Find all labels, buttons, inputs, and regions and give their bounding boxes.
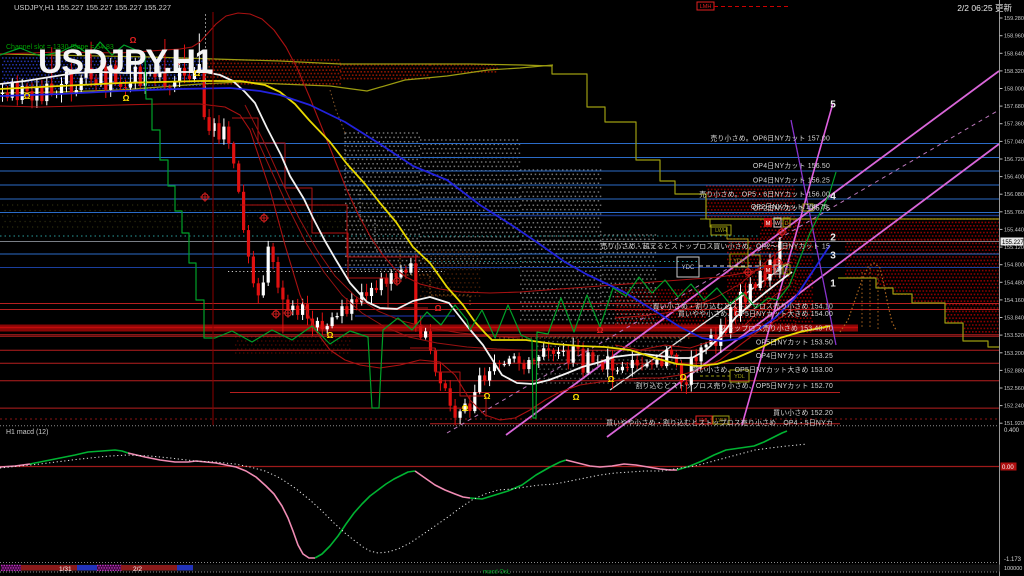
svg-text:-1.173: -1.173 bbox=[1004, 557, 1022, 563]
svg-text:152.880: 152.880 bbox=[1004, 368, 1024, 374]
svg-text:買い小さめ・割り込むとストップロス売り小さめ 154.10: 買い小さめ・割り込むとストップロス売り小さめ 154.10 bbox=[653, 302, 833, 311]
svg-text:売り小さめ。OP5・6日NYカット 156.00: 売り小さめ。OP5・6日NYカット 156.00 bbox=[699, 190, 830, 199]
svg-text:LWH: LWH bbox=[715, 228, 727, 234]
svg-text:154.800: 154.800 bbox=[1004, 263, 1024, 269]
svg-text:152.240: 152.240 bbox=[1004, 404, 1024, 410]
svg-text:159.280: 159.280 bbox=[1004, 16, 1024, 22]
svg-text:100000: 100000 bbox=[1004, 566, 1022, 572]
svg-text:Ω: Ω bbox=[462, 403, 469, 413]
svg-text:4: 4 bbox=[830, 192, 836, 203]
svg-text:155.227: 155.227 bbox=[1002, 240, 1024, 246]
svg-text:OP4日NYカット 156.25: OP4日NYカット 156.25 bbox=[753, 177, 830, 185]
svg-text:D: D bbox=[785, 221, 789, 227]
svg-text:買いやや小さめ、OP5日NYカット大きめ 154.00: 買いやや小さめ、OP5日NYカット大きめ 154.00 bbox=[678, 309, 833, 318]
svg-text:Ω: Ω bbox=[327, 330, 334, 340]
svg-text:USDJPY,H1 155.227 155.227 155: USDJPY,H1 155.227 155.227 155.227 155.22… bbox=[14, 3, 171, 12]
svg-text:155.120: 155.120 bbox=[1004, 245, 1024, 251]
svg-text:0.400: 0.400 bbox=[1004, 428, 1020, 434]
svg-text:W: W bbox=[775, 268, 781, 274]
svg-text:USDJPY.H1: USDJPY.H1 bbox=[38, 43, 213, 81]
svg-text:158.640: 158.640 bbox=[1004, 51, 1024, 57]
svg-text:Ω: Ω bbox=[680, 372, 687, 382]
svg-text:OP4日NYカット 156.50: OP4日NYカット 156.50 bbox=[753, 162, 830, 170]
svg-text:158.000: 158.000 bbox=[1004, 87, 1024, 93]
svg-text:売り小さめ。OP6日NYカット 157.00: 売り小さめ。OP6日NYカット 157.00 bbox=[710, 134, 830, 143]
svg-text:Ω: Ω bbox=[123, 93, 130, 103]
svg-text:YDC: YDC bbox=[682, 265, 695, 271]
svg-text:割り込むとストップロス売り小さめ、OP5日NYカット 152: 割り込むとストップロス売り小さめ、OP5日NYカット 152.70 bbox=[635, 381, 833, 390]
svg-text:151.920: 151.920 bbox=[1004, 421, 1024, 427]
svg-text:Ω: Ω bbox=[608, 374, 615, 384]
svg-text:157.680: 157.680 bbox=[1004, 104, 1024, 110]
svg-text:Ω: Ω bbox=[484, 391, 491, 401]
svg-text:買い小さめ、OP5日NYカット大きめ 153.00: 買い小さめ、OP5日NYカット大きめ 153.00 bbox=[692, 365, 833, 374]
svg-text:157.040: 157.040 bbox=[1004, 139, 1024, 145]
svg-text:153.840: 153.840 bbox=[1004, 316, 1024, 322]
svg-text:2/2 06:25 更新: 2/2 06:25 更新 bbox=[957, 3, 1012, 13]
svg-text:156.720: 156.720 bbox=[1004, 157, 1024, 163]
svg-text:155.440: 155.440 bbox=[1004, 227, 1024, 233]
svg-text:OP2日NYカット 155.75: OP2日NYカット 155.75 bbox=[751, 203, 828, 211]
svg-text:3: 3 bbox=[830, 251, 836, 262]
svg-text:155.760: 155.760 bbox=[1004, 210, 1024, 216]
svg-text:OP5日NYカット 153.50: OP5日NYカット 153.50 bbox=[756, 339, 833, 347]
svg-text:152.560: 152.560 bbox=[1004, 386, 1024, 392]
svg-text:W: W bbox=[775, 221, 781, 227]
svg-text:Ω: Ω bbox=[573, 392, 580, 402]
svg-text:2: 2 bbox=[830, 233, 836, 244]
svg-text:153.200: 153.200 bbox=[1004, 351, 1024, 357]
svg-text:153.520: 153.520 bbox=[1004, 333, 1024, 339]
svg-text:M: M bbox=[766, 268, 771, 274]
svg-text:0.00: 0.00 bbox=[1002, 465, 1014, 471]
svg-text:買い小さめ 152.20: 買い小さめ 152.20 bbox=[773, 408, 833, 417]
svg-text:H1 macd (12): H1 macd (12) bbox=[6, 429, 48, 436]
svg-text:158.320: 158.320 bbox=[1004, 69, 1024, 75]
svg-text:OP4日NYカット 153.25: OP4日NYカット 153.25 bbox=[756, 352, 833, 360]
svg-text:156.080: 156.080 bbox=[1004, 192, 1024, 198]
svg-text:YDL: YDL bbox=[734, 374, 745, 380]
svg-text:macd OsL: macd OsL bbox=[483, 570, 511, 576]
svg-text:M: M bbox=[766, 221, 771, 227]
svg-text:Ω: Ω bbox=[24, 91, 31, 101]
svg-text:Ω: Ω bbox=[597, 325, 604, 335]
svg-text:5: 5 bbox=[830, 100, 836, 111]
svg-text:157.360: 157.360 bbox=[1004, 122, 1024, 128]
svg-text:154.480: 154.480 bbox=[1004, 280, 1024, 286]
svg-text:売り小さめ・超えるとストップロス買い小さめ。OP2～6日NY: 売り小さめ・超えるとストップロス買い小さめ。OP2～6日NYカット 15 bbox=[600, 242, 830, 251]
svg-text:1: 1 bbox=[830, 279, 836, 290]
svg-text:YDH: YDH bbox=[733, 259, 745, 265]
svg-text:Ω: Ω bbox=[435, 303, 442, 313]
svg-text:2/2: 2/2 bbox=[133, 566, 142, 573]
svg-text:156.400: 156.400 bbox=[1004, 175, 1024, 181]
svg-text:158.960: 158.960 bbox=[1004, 34, 1024, 40]
svg-text:LMH: LMH bbox=[700, 4, 712, 10]
svg-text:154.160: 154.160 bbox=[1004, 298, 1024, 304]
svg-text:ストップロス売り小さめ 153.40-70: ストップロス売り小さめ 153.40-70 bbox=[720, 324, 833, 333]
svg-text:1/31: 1/31 bbox=[59, 566, 72, 573]
svg-text:D: D bbox=[785, 268, 789, 274]
